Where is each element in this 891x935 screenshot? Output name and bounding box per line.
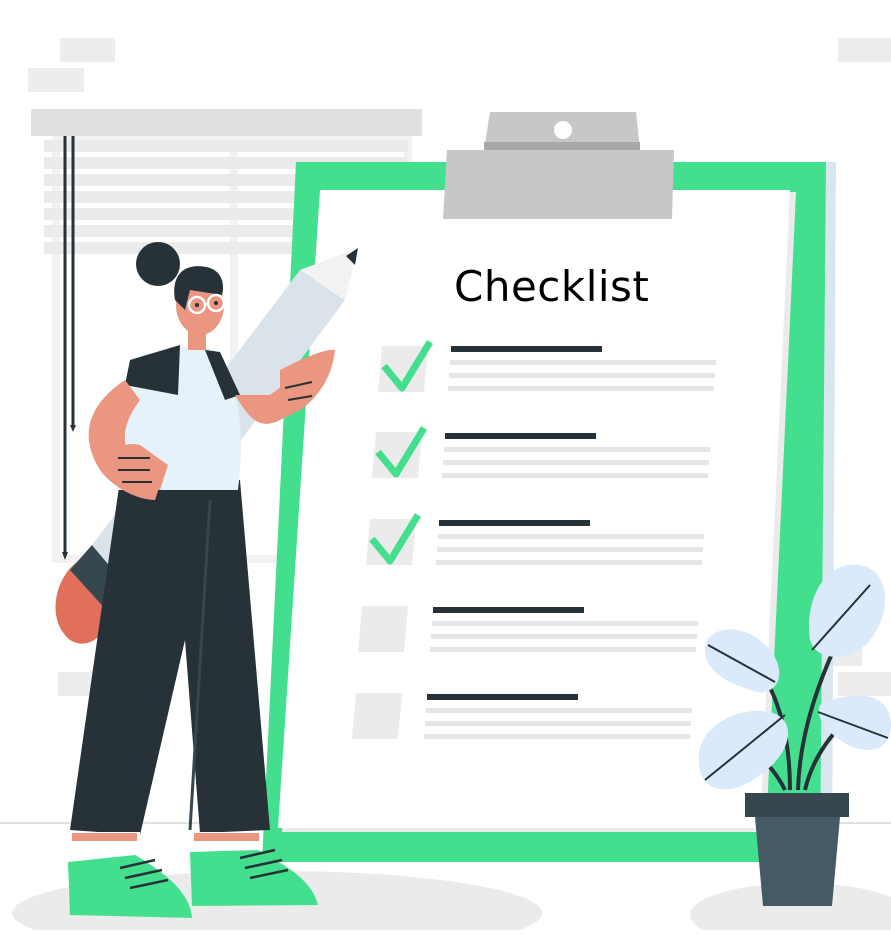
illustration <box>0 0 891 935</box>
checklist-title: Checklist <box>454 262 650 311</box>
checkbox <box>352 693 402 739</box>
scene-svg <box>0 38 891 935</box>
checkbox <box>358 606 408 652</box>
